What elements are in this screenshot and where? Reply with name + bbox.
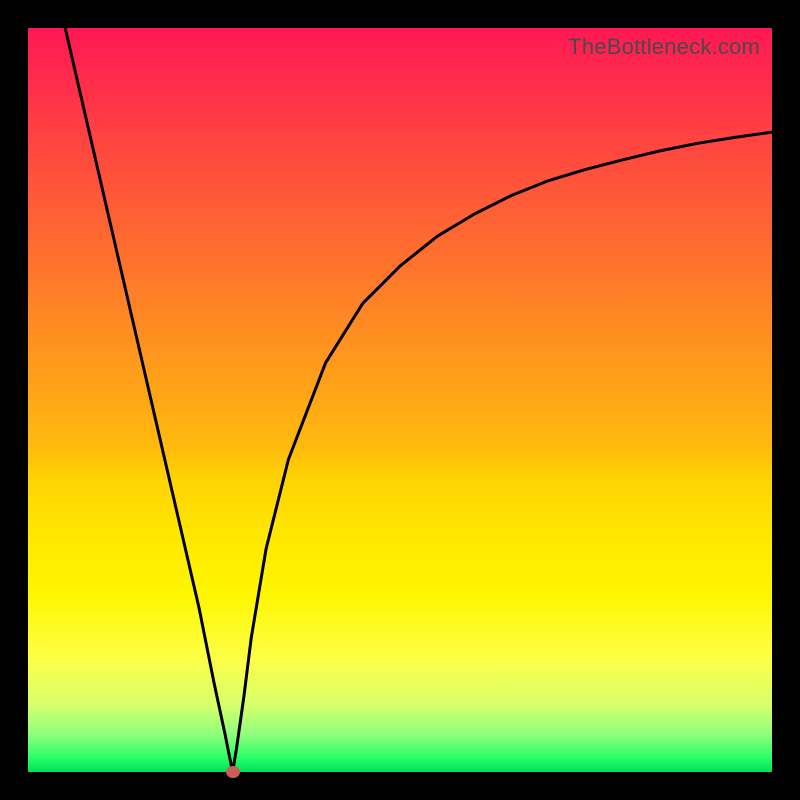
plot-area: TheBottleneck.com	[28, 28, 772, 772]
curve-path	[65, 28, 772, 772]
bottleneck-curve	[28, 28, 772, 772]
minimum-marker	[226, 766, 240, 778]
chart-frame: TheBottleneck.com	[0, 0, 800, 800]
